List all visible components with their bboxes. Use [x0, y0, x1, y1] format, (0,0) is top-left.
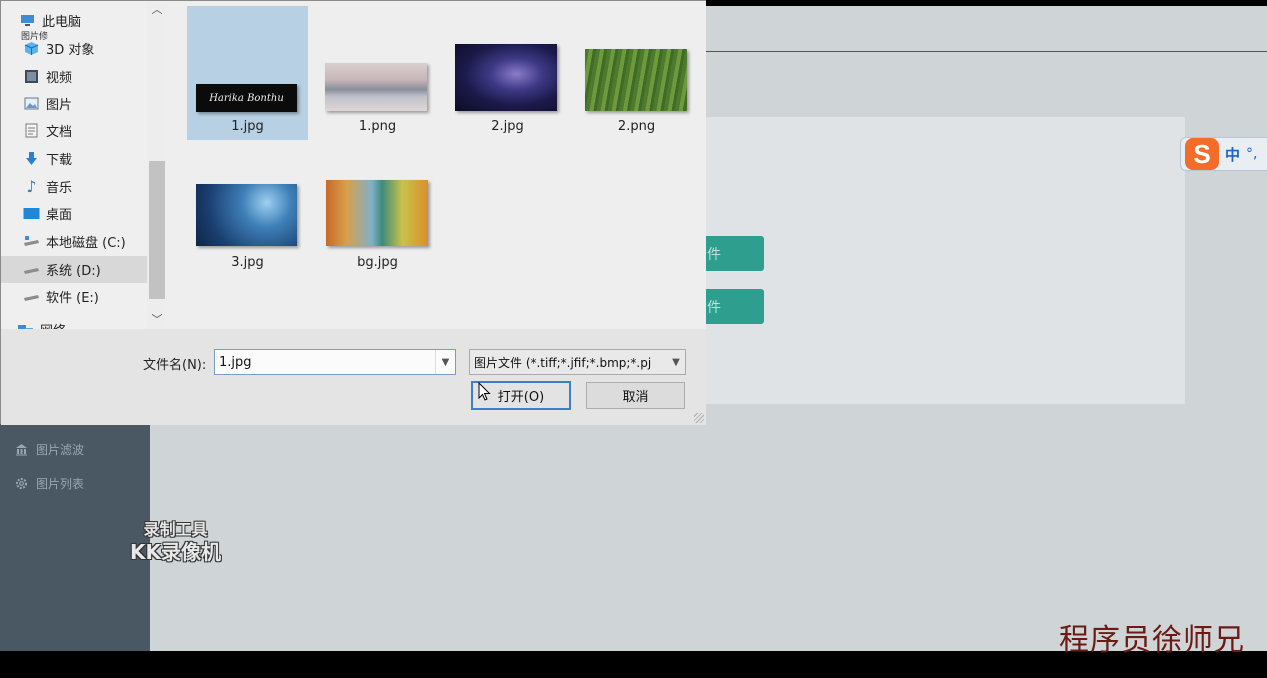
sogou-logo-icon: S: [1185, 138, 1219, 170]
recorder-watermark-line2: KK录像机: [130, 540, 221, 564]
nav-item-downloads[interactable]: 下载: [23, 145, 72, 172]
ime-punct-indicator[interactable]: °,: [1246, 146, 1257, 162]
file-thumbnail: [326, 180, 428, 246]
nav-item-drive-d[interactable]: 系统 (D:): [23, 256, 101, 283]
nav-item-label: 系统 (D:): [46, 264, 101, 279]
nav-item-drive-c[interactable]: 本地磁盘 (C:): [23, 228, 126, 255]
file-item[interactable]: 2.png: [576, 6, 697, 140]
file-item[interactable]: bg.jpg: [317, 142, 438, 276]
filename-input[interactable]: 1.jpg ▼: [214, 349, 456, 375]
music-icon: ♪: [26, 177, 37, 196]
ime-lang-indicator[interactable]: 中: [1225, 144, 1240, 165]
scroll-down-icon[interactable]: ﹀: [150, 313, 164, 327]
nav-item-label: 桌面: [46, 208, 73, 223]
nav-item-label: 3D 对象: [46, 43, 95, 58]
pictures-icon: [23, 96, 40, 111]
upload-button[interactable]: 件: [705, 236, 764, 271]
file-thumbnail: Harika Bonthu: [196, 84, 297, 112]
dialog-footer: 文件名(N): 1.jpg ▼ 图片文件 (*.tiff;*.jfif;*.bm…: [1, 329, 706, 425]
ime-toolbar[interactable]: S 中 °,: [1180, 137, 1267, 171]
process-button[interactable]: 件: [705, 289, 764, 324]
network-icon: [17, 322, 34, 329]
nav-item-drive-e[interactable]: 软件 (E:): [23, 283, 99, 310]
nav-item-label: 网络: [40, 320, 66, 329]
bank-icon: [14, 443, 28, 457]
file-thumbnail: [585, 49, 687, 111]
file-item[interactable]: 3.jpg: [187, 142, 308, 276]
file-item[interactable]: 1.png: [317, 6, 438, 140]
cube-icon: [23, 41, 40, 56]
scroll-up-icon[interactable]: ︿: [150, 3, 164, 17]
nav-item-desktop[interactable]: 桌面: [23, 200, 72, 227]
gear-icon: [14, 477, 28, 491]
mouse-cursor-icon: [478, 382, 491, 401]
file-name: 1.jpg: [231, 119, 264, 134]
file-list: Harika Bonthu 1.jpg 1.png 2.jpg 2.png 3.…: [167, 1, 706, 329]
nav-item-videos[interactable]: 视频: [23, 63, 72, 90]
chevron-down-icon[interactable]: ▼: [667, 350, 685, 374]
document-icon: [23, 123, 40, 138]
nav-item-label: 图片: [46, 98, 73, 113]
nav-item-network[interactable]: 网络: [17, 316, 66, 329]
file-name: bg.jpg: [357, 255, 398, 270]
filename-label: 文件名(N):: [143, 358, 207, 373]
nav-item-3d-objects[interactable]: 3D 对象: [23, 35, 94, 62]
content-panel: [705, 117, 1185, 404]
thumbnail-text: Harika Bonthu: [209, 92, 284, 104]
sidebar-item-filter[interactable]: 图片滤波: [14, 441, 84, 458]
sidebar-item-label: 图片滤波: [36, 443, 85, 457]
file-thumbnail: [196, 184, 297, 246]
filename-value: 1.jpg: [219, 354, 252, 370]
download-icon: [23, 151, 40, 166]
scrollbar-thumb[interactable]: [149, 161, 165, 299]
nav-item-label: 文档: [46, 125, 73, 140]
nav-item-label: 软件 (E:): [46, 291, 99, 306]
sidebar-item-list[interactable]: 图片列表: [14, 475, 84, 492]
video-icon: [23, 69, 40, 84]
header-divider: [700, 51, 1267, 52]
file-name: 2.jpg: [491, 119, 524, 134]
nav-item-music[interactable]: ♪ 音乐: [23, 173, 72, 200]
nav-item-pictures[interactable]: 图片: [23, 90, 72, 117]
file-name: 3.jpg: [231, 255, 264, 270]
file-item[interactable]: Harika Bonthu 1.jpg: [187, 6, 308, 140]
sidebar-item-label: 图片列表: [36, 477, 85, 491]
recorder-watermark-line1: 录制工具: [143, 520, 208, 539]
file-item[interactable]: 2.jpg: [447, 6, 568, 140]
nav-item-label: 视频: [46, 71, 73, 86]
filetype-select[interactable]: 图片文件 (*.tiff;*.jfif;*.bmp;*.pj ▼: [469, 349, 686, 375]
nav-scrollbar[interactable]: ︿ ﹀: [147, 1, 167, 329]
filetype-value: 图片文件 (*.tiff;*.jfif;*.bmp;*.pj: [474, 355, 652, 370]
nav-item-label: 本地磁盘 (C:): [46, 236, 126, 251]
desktop-icon: [23, 206, 40, 221]
author-watermark: 程序员徐师兄: [1059, 623, 1245, 658]
computer-icon: [19, 13, 36, 28]
file-thumbnail: [455, 44, 557, 111]
nav-item-documents[interactable]: 文档: [23, 117, 72, 144]
file-name: 2.png: [617, 119, 656, 134]
cancel-button[interactable]: 取消: [586, 382, 685, 409]
drive-icon: [23, 234, 40, 249]
drive-icon: [23, 262, 40, 277]
chevron-down-icon[interactable]: ▼: [435, 350, 455, 374]
file-thumbnail: [325, 63, 427, 111]
file-open-dialog: 此电脑 图片修 3D 对象 视频 图片 文档 下载 ♪ 音乐 桌面 本地磁盘 (…: [0, 0, 706, 425]
nav-item-label: 下载: [46, 153, 73, 168]
resize-grip-icon[interactable]: [694, 413, 704, 423]
nav-item-label: 音乐: [46, 181, 73, 196]
file-name: 1.png: [358, 119, 397, 134]
nav-pane: 此电脑 图片修 3D 对象 视频 图片 文档 下载 ♪ 音乐 桌面 本地磁盘 (…: [1, 1, 167, 329]
nav-item-label: 此电脑: [42, 15, 82, 30]
recorder-watermark: 录制工具 KK录像机: [118, 520, 233, 564]
drive-icon: [23, 289, 40, 304]
